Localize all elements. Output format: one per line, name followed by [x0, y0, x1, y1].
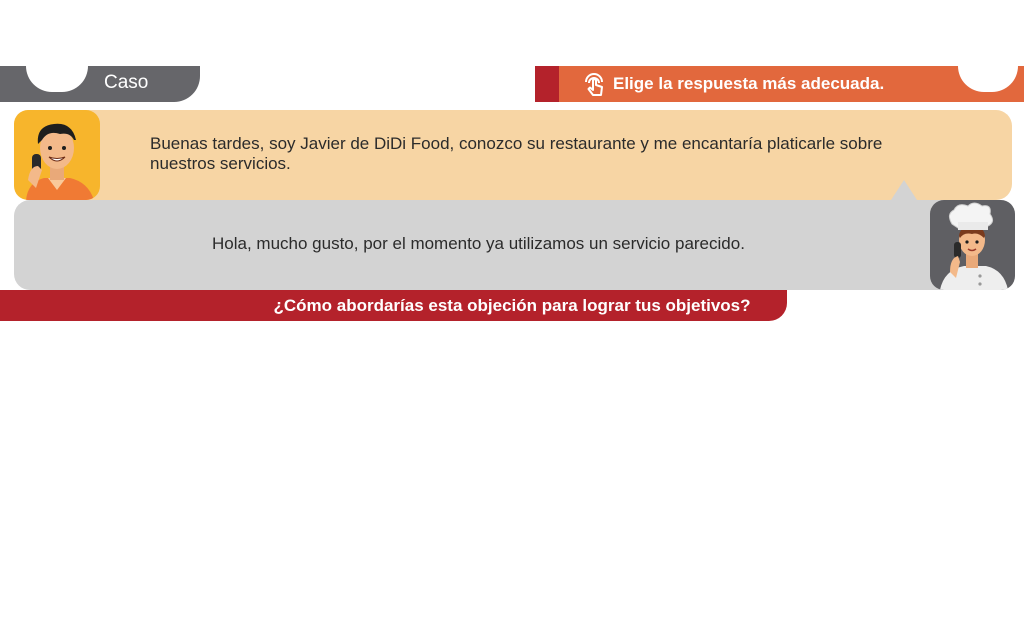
question-text: ¿Cómo abordarías esta objeción para logr…	[273, 296, 751, 315]
agent-message: Buenas tardes, soy Javier de DiDi Food, …	[150, 134, 883, 173]
instruction-label: Elige la respuesta más adecuada.	[613, 74, 885, 93]
salesman-avatar	[14, 110, 100, 200]
chef-avatar	[930, 200, 1015, 290]
owner-bubble-tail	[891, 180, 917, 200]
instruction-tab-accent	[535, 66, 559, 102]
case-label: Caso	[104, 72, 149, 93]
chef-on-phone-icon	[940, 202, 1008, 290]
touch-hand-icon	[585, 73, 603, 96]
owner-message: Hola, mucho gusto, por el momento ya uti…	[212, 234, 745, 253]
salesman-on-phone-icon	[26, 123, 94, 200]
